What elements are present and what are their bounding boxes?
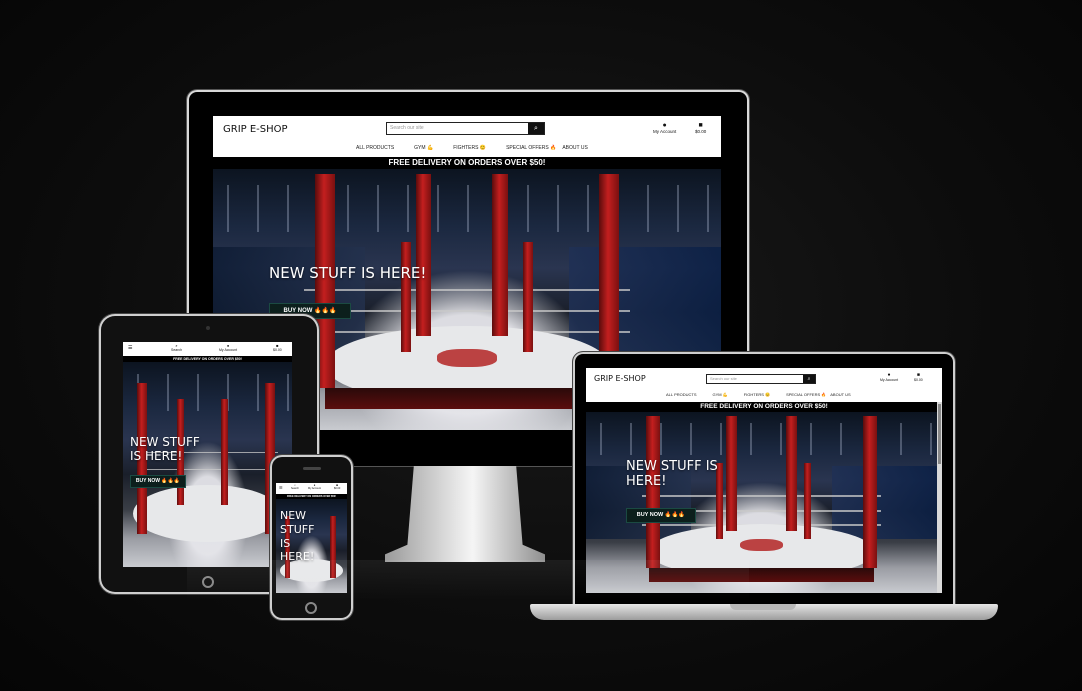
- nav-all-products[interactable]: ALL PRODUCTS: [356, 145, 394, 151]
- shopping-bag-link[interactable]: ■ $0.00: [273, 344, 282, 353]
- bag-total: $0.00: [914, 378, 923, 382]
- user-icon: ●: [662, 122, 667, 129]
- hero-title-line-2: IS HERE!: [130, 448, 183, 463]
- hero-title: NEW STUFF IS HERE!: [280, 509, 314, 564]
- delivery-banner: FREE DELIVERY ON ORDERS OVER $50!: [213, 157, 721, 169]
- main-nav: ALL PRODUCTS GYM 💪 FIGHTERS 😊 SPECIAL OF…: [666, 392, 851, 397]
- my-account-label: My Account: [308, 487, 321, 490]
- search-toggle[interactable]: ⌕ Search: [171, 344, 183, 353]
- search-icon: ⌕: [534, 124, 538, 132]
- nav-special-offers[interactable]: SPECIAL OFFERS 🔥: [506, 145, 556, 151]
- nav-all-products[interactable]: ALL PRODUCTS: [666, 392, 697, 397]
- search-input[interactable]: Search our site: [387, 123, 528, 134]
- hero-title-line-2: HERE!: [626, 473, 667, 489]
- shopping-bag-link[interactable]: ■ $0.00: [695, 122, 706, 134]
- my-account-link[interactable]: ● My Account: [219, 344, 238, 353]
- scrollbar[interactable]: [937, 402, 942, 593]
- search-icon: ⌕: [807, 376, 811, 382]
- my-account-label: My Account: [880, 378, 899, 382]
- nav-about-us[interactable]: ABOUT US: [830, 392, 850, 397]
- search-bar: Search our site ⌕: [386, 122, 545, 135]
- hero-title-line-2: STUFF: [280, 522, 315, 536]
- search-label: Search: [291, 487, 299, 490]
- site-header: ☰ ⌕ Search ● My Account ■ $0.00: [123, 342, 292, 356]
- search-button[interactable]: ⌕: [803, 375, 815, 383]
- main-nav: ALL PRODUCTS GYM 💪 FIGHTERS 😊 SPECIAL OF…: [356, 145, 588, 151]
- tablet-screen: ☰ ⌕ Search ● My Account ■ $0.00 FREE DEL…: [123, 342, 292, 567]
- site-header: GRIP E-SHOP Search our site ⌕ ● My Accou…: [586, 368, 942, 402]
- nav-fighters[interactable]: FIGHTERS 😊: [744, 392, 770, 397]
- laptop-notch: [730, 604, 796, 610]
- my-account-link[interactable]: ● My Account: [308, 484, 321, 491]
- hero-title-line-3: IS: [280, 536, 291, 550]
- menu-icon: ☰: [128, 345, 133, 351]
- my-account-label: My Account: [653, 129, 677, 134]
- site-header: GRIP E-SHOP Search our site ⌕ ● My Accou…: [213, 116, 721, 157]
- bag-total: $0.00: [273, 348, 282, 352]
- nav-special-offers[interactable]: SPECIAL OFFERS 🔥: [786, 392, 826, 397]
- menu-button[interactable]: ☰: [128, 345, 132, 351]
- nav-fighters[interactable]: FIGHTERS 😊: [453, 145, 486, 151]
- hero-title-line-1: NEW STUFF: [130, 435, 200, 449]
- search-button[interactable]: ⌕: [528, 123, 544, 134]
- my-account-link[interactable]: ● My Account: [653, 122, 676, 134]
- search-bar: Search our site ⌕: [706, 374, 816, 384]
- buy-now-button[interactable]: BUY NOW 🔥🔥🔥: [626, 508, 696, 523]
- hero-title: NEW STUFF IS HERE!: [626, 459, 718, 490]
- nav-gym[interactable]: GYM 💪: [414, 145, 433, 151]
- hero-title-line-1: NEW STUFF IS: [626, 459, 718, 474]
- menu-icon: ☰: [279, 485, 283, 490]
- site-logo[interactable]: GRIP E-SHOP: [594, 374, 646, 383]
- shopping-bag-link[interactable]: ■ $0.00: [914, 373, 923, 383]
- bag-total: $0.00: [695, 129, 707, 134]
- site-logo[interactable]: GRIP E-SHOP: [223, 124, 288, 135]
- monitor-stand: [385, 466, 545, 562]
- delivery-banner: FREE DELIVERY ON ORDERS OVER $50!: [586, 402, 942, 412]
- search-label: Search: [171, 348, 183, 352]
- nav-about-us[interactable]: ABOUT US: [562, 145, 587, 151]
- hero-title-line-1: NEW: [280, 509, 307, 522]
- my-account-label: My Account: [219, 348, 238, 352]
- search-input[interactable]: Search our site: [707, 375, 803, 383]
- buy-now-button[interactable]: BUY NOW 🔥🔥🔥: [130, 475, 186, 488]
- shopping-bag-icon: ■: [698, 122, 703, 129]
- nav-gym[interactable]: GYM 💪: [713, 392, 728, 397]
- site-header: ☰ ⌕ Search ● My Account ■ $0.00: [276, 483, 347, 494]
- phone-speaker: [303, 467, 321, 470]
- shopping-bag-link[interactable]: ■ $0.00: [334, 484, 341, 491]
- hero-image: NEW STUFF IS HERE! BUY NOW 🔥🔥🔥: [123, 362, 292, 567]
- hero-title: NEW STUFF IS HERE!: [130, 435, 200, 464]
- menu-button[interactable]: ☰: [279, 485, 283, 490]
- tablet-camera: [206, 326, 210, 330]
- scrollbar-thumb[interactable]: [938, 404, 941, 464]
- hero-title: NEW STUFF IS HERE!: [269, 264, 427, 282]
- phone-home-button[interactable]: [305, 602, 317, 614]
- my-account-link[interactable]: ● My Account: [880, 373, 899, 383]
- bag-total: $0.00: [334, 487, 341, 490]
- search-toggle[interactable]: ⌕ Search: [291, 484, 299, 491]
